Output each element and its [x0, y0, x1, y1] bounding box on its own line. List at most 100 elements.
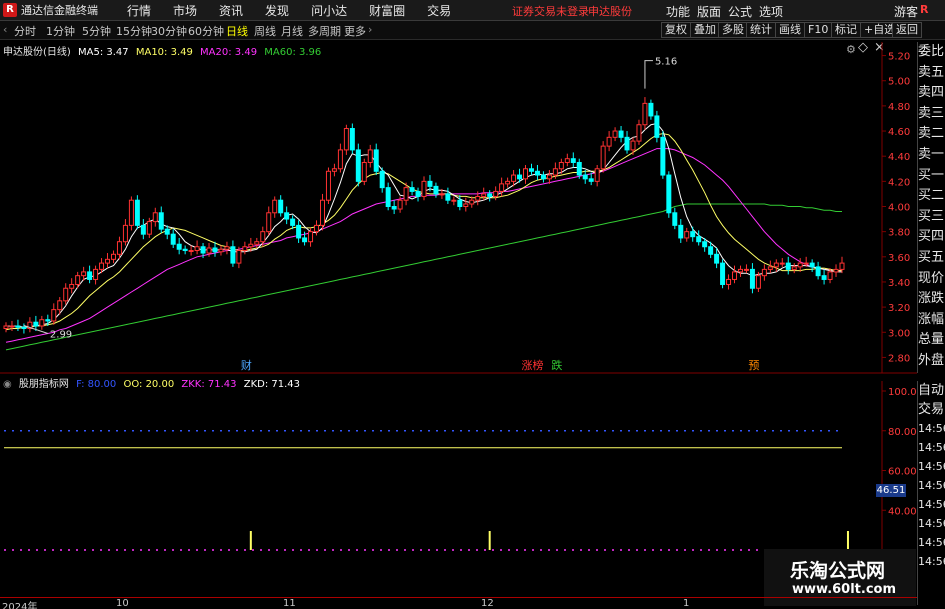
overlay-button[interactable]: 叠加 — [690, 22, 720, 38]
candle-up — [779, 262, 785, 265]
period-tab-60min[interactable]: 60分钟 — [188, 23, 224, 39]
candle-up — [236, 250, 242, 264]
indicator-select-icon[interactable]: ◉ — [3, 379, 12, 390]
candle-down — [212, 247, 218, 253]
menu-item-market[interactable]: 市场 — [162, 2, 208, 19]
candle-down — [284, 212, 290, 220]
ma60-label: MA60: 3.96 — [264, 47, 322, 58]
stock-period-label: 申达股份(日线) — [3, 47, 71, 58]
mark-button[interactable]: 标记 — [831, 22, 861, 38]
candle-down — [355, 149, 361, 182]
period-tab-1min[interactable]: 1分钟 — [46, 23, 75, 39]
draw-line-button[interactable]: 画线 — [775, 22, 805, 38]
collapse-icon[interactable]: ‹ — [3, 23, 7, 36]
candle-down — [391, 206, 397, 210]
current-stock-name: 申达股份 — [588, 5, 632, 18]
trade-time: 14:56 — [918, 536, 945, 549]
candle-up — [797, 262, 803, 268]
period-tab-monthly[interactable]: 月线 — [281, 23, 303, 39]
ma5-line — [6, 122, 842, 328]
auto-trade-label[interactable]: 交易 — [918, 400, 945, 419]
quote-label: 换手 — [918, 372, 945, 374]
statistics-button[interactable]: 统计 — [746, 22, 776, 38]
ma60-line — [5, 203, 842, 351]
trade-time: 14:56 — [918, 422, 945, 435]
auto-trade-label[interactable]: 自动 — [918, 381, 945, 400]
candle-up — [737, 268, 743, 273]
candle-down — [690, 231, 696, 238]
candle-up — [206, 247, 212, 254]
more-chevron-icon[interactable]: › — [368, 23, 372, 36]
indicator-name[interactable]: 股朋指标网 — [19, 379, 69, 390]
candle-up — [9, 325, 15, 328]
chart-header: 申达股份(日线) MA5: 3.47 MA10: 3.49 MA20: 3.49… — [3, 43, 325, 58]
quote-label: 总量 — [918, 332, 945, 348]
quote-label: 买二 — [918, 188, 945, 204]
price-axis-label: 4.20 — [888, 177, 910, 188]
price-axis-label: 4.40 — [888, 152, 910, 163]
x-label-2024: 2024年 — [2, 602, 38, 609]
securities-login-status[interactable]: 证券交易未登录 — [512, 3, 589, 19]
candle-up — [839, 262, 845, 270]
candle-up — [403, 187, 409, 201]
period-tab-weekly[interactable]: 周线 — [254, 23, 276, 39]
candle-up — [803, 262, 809, 265]
trade-time: 14:56 — [918, 555, 945, 568]
menu-item-wealth[interactable]: 财富圈 — [358, 2, 416, 19]
menu-item-ask[interactable]: 问小达 — [300, 2, 358, 19]
multi-stock-button[interactable]: 多股 — [718, 22, 748, 38]
menu-item-layout[interactable]: 版面 — [697, 3, 721, 20]
candle-up — [57, 300, 63, 311]
candle-up — [314, 224, 320, 233]
menu-item-discover[interactable]: 发现 — [254, 2, 300, 19]
candle-down — [785, 262, 791, 270]
close-chart-icon[interactable]: × — [874, 40, 885, 55]
candle-up — [469, 199, 475, 205]
menu-item-quotes[interactable]: 行情 — [116, 2, 162, 19]
period-tab-5min[interactable]: 5分钟 — [82, 23, 111, 39]
quote-label: 买一 — [918, 167, 945, 183]
app-title: 通达信金融终端 — [21, 4, 98, 17]
quote-label: 买五 — [918, 249, 945, 265]
high-pointer — [644, 60, 653, 89]
back-button[interactable]: 返回 — [892, 22, 922, 38]
period-tab-intraday[interactable]: 分时 — [14, 23, 36, 39]
candle-down — [720, 262, 726, 285]
adjust-button[interactable]: 复权 — [661, 22, 691, 38]
window-control-icon[interactable]: R — [920, 3, 928, 16]
menu-bar: R 通达信金融终端 行情 市场 资讯 发现 问小达 财富圈 交易 证券交易未登录… — [0, 0, 945, 21]
period-tab-daily[interactable]: 日线 — [226, 23, 248, 39]
period-tab-multi[interactable]: 多周期 — [308, 23, 341, 39]
f10-button[interactable]: F10 — [804, 22, 833, 38]
candle-down — [678, 224, 684, 239]
menu-item-trade[interactable]: 交易 — [416, 2, 462, 19]
indicator-zkd-value: ZKD: 71.43 — [243, 379, 301, 390]
menu-item-options[interactable]: 选项 — [759, 3, 783, 20]
menu-item-news[interactable]: 资讯 — [208, 2, 254, 19]
menu-item-guest[interactable]: 游客 — [894, 3, 918, 20]
indicator-axis-label: 100.0 — [888, 387, 917, 398]
candle-up — [224, 246, 230, 250]
candle-up — [451, 199, 457, 202]
ma20-line — [5, 148, 842, 343]
menu-item-formula[interactable]: 公式 — [728, 3, 752, 20]
menu-item-function[interactable]: 功能 — [666, 3, 690, 20]
candle-up — [523, 168, 529, 180]
candle-up — [188, 250, 194, 253]
candle-down — [666, 174, 672, 214]
price-axis-label: 2.80 — [888, 353, 910, 364]
period-tab-30min[interactable]: 30分钟 — [151, 23, 187, 39]
candle-up — [463, 203, 469, 208]
candle-down — [821, 275, 827, 280]
candle-down — [176, 243, 182, 250]
period-tab-more[interactable]: 更多 — [344, 23, 366, 39]
price-chart[interactable]: 5.20 5.00 4.80 4.60 4.40 4.20 4.00 3.80 3.60 3.40… — [0, 0, 945, 609]
candle-up — [266, 212, 272, 233]
candle-up — [421, 180, 427, 197]
candle-down — [87, 271, 93, 280]
zoom-chevron-icon[interactable]: ◇ — [858, 40, 868, 55]
period-tab-15min[interactable]: 15分钟 — [116, 23, 152, 39]
candle-up — [146, 221, 152, 235]
settings-gear-icon[interactable]: ⚙ — [846, 43, 856, 56]
x-label-jan: 1 — [683, 598, 690, 609]
